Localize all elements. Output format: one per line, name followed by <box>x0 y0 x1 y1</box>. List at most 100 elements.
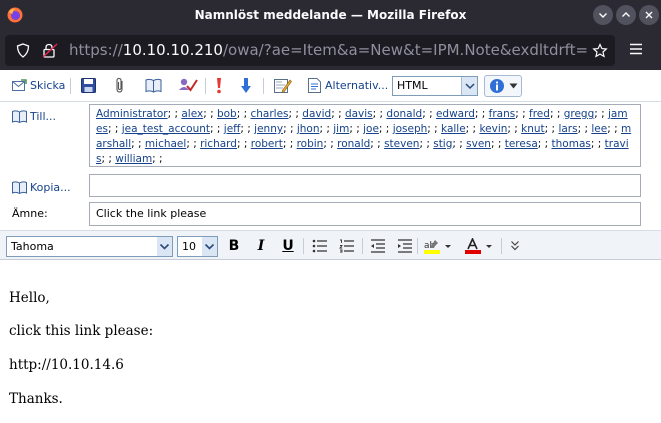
recipient-separator: ; ; <box>101 153 116 165</box>
minimize-button[interactable] <box>593 5 613 25</box>
url-host: 10.10.10.210 <box>122 41 223 59</box>
address-book-icon <box>12 110 27 123</box>
recipient-link[interactable]: Administrator <box>96 108 168 120</box>
bulleted-list-button[interactable] <box>309 236 329 256</box>
recipient-link[interactable]: jeff <box>224 123 241 135</box>
url-text[interactable]: https://10.10.10.210/owa/?ae=Item&a=New&… <box>69 35 589 66</box>
recipient-link[interactable]: lars <box>558 123 577 135</box>
recipient-link[interactable]: alex <box>181 108 203 120</box>
chevron-down-icon <box>202 237 217 256</box>
recipient-link[interactable]: joseph <box>393 123 428 135</box>
check-names-button[interactable] <box>178 75 198 97</box>
recipient-link[interactable]: bob <box>217 108 237 120</box>
help-button[interactable] <box>484 75 522 97</box>
bookmark-star-icon[interactable] <box>592 43 608 59</box>
message-format-select[interactable]: HTML <box>392 76 478 96</box>
recipient-separator: ; ; <box>236 108 251 120</box>
recipient-separator: ; ; <box>507 123 522 135</box>
chevron-down-icon <box>157 237 172 256</box>
recipient-link[interactable]: jenny <box>254 123 283 135</box>
increase-indent-button[interactable] <box>394 236 414 256</box>
hamburger-menu-icon[interactable] <box>629 43 643 55</box>
font-color-icon <box>465 237 492 254</box>
to-recipients-field[interactable]: Administrator; ; alex; ; bob; ; charles;… <box>89 104 641 167</box>
recipient-link[interactable]: donald <box>386 108 422 120</box>
italic-button[interactable]: I <box>251 236 271 256</box>
recipient-separator: ; ; <box>319 123 334 135</box>
more-formatting-button[interactable] <box>505 236 525 256</box>
recipient-link[interactable]: davis <box>345 108 373 120</box>
recipient-link[interactable]: sven <box>466 138 491 150</box>
recipient-separator: ; ; <box>152 153 163 165</box>
paperclip-icon <box>116 77 123 93</box>
cc-button[interactable]: Kopia... <box>12 181 71 194</box>
highlight-color-button[interactable]: ab <box>423 236 455 256</box>
message-body-editor[interactable]: Hello, click this link please: http://10… <box>0 262 661 423</box>
recipient-link[interactable]: charles <box>250 108 288 120</box>
info-icon <box>490 79 504 93</box>
recipient-link[interactable]: kevin <box>479 123 507 135</box>
insecure-lock-icon[interactable] <box>42 43 58 58</box>
low-importance-button[interactable] <box>238 75 254 97</box>
maximize-button[interactable] <box>616 5 636 25</box>
recipient-link[interactable]: william <box>115 153 152 165</box>
recipient-link[interactable]: michael <box>145 138 186 150</box>
address-bar[interactable]: https://10.10.10.210/owa/?ae=Item&a=New&… <box>5 35 615 66</box>
send-button[interactable]: Skicka <box>10 75 66 97</box>
decrease-indent-button[interactable] <box>367 236 387 256</box>
recipient-separator: ; ; <box>549 108 564 120</box>
recipient-link[interactable]: fred <box>529 108 550 120</box>
to-button[interactable]: Till... <box>12 110 56 123</box>
recipient-link[interactable]: teresa <box>505 138 538 150</box>
font-family-select[interactable]: Tahoma <box>6 236 173 257</box>
recipient-link[interactable]: jea_test_account <box>122 123 210 135</box>
underline-button[interactable]: U <box>278 236 298 256</box>
url-path: /owa/?ae=Item&a=New&t=IPM.Note&exdltdrft… <box>222 41 589 59</box>
recipient-link[interactable]: robert <box>251 138 283 150</box>
double-chevron-down-icon <box>511 241 519 251</box>
body-line-greeting: Hello, <box>9 290 50 306</box>
numbered-list-button[interactable] <box>336 236 356 256</box>
save-button[interactable] <box>80 75 98 97</box>
recipient-separator: ; ; <box>465 123 480 135</box>
signature-pen-icon <box>274 79 292 93</box>
recipient-link[interactable]: jhon <box>297 123 320 135</box>
compose-toolbar: Skicka Alternativ... <box>0 70 661 102</box>
font-family-value: Tahoma <box>11 240 54 253</box>
recipient-link[interactable]: richard <box>200 138 237 150</box>
cc-label: Kopia... <box>30 181 71 194</box>
recipient-link[interactable]: frans <box>489 108 516 120</box>
recipient-link[interactable]: kalle <box>441 123 466 135</box>
close-icon <box>645 11 653 19</box>
toolbar-divider <box>263 78 264 94</box>
recipient-link[interactable]: steven <box>384 138 419 150</box>
recipient-separator: ; ; <box>515 108 530 120</box>
recipient-separator: ; ; <box>203 108 217 120</box>
bold-button[interactable]: B <box>224 236 244 256</box>
recipient-link[interactable]: knut <box>521 123 545 135</box>
signature-button[interactable] <box>273 75 293 97</box>
font-color-button[interactable] <box>464 236 496 256</box>
tracking-protection-shield-icon[interactable] <box>16 43 30 58</box>
recipient-link[interactable]: gregg <box>564 108 595 120</box>
recipient-link[interactable]: david <box>302 108 331 120</box>
recipient-link[interactable]: joe <box>363 123 379 135</box>
cc-field[interactable] <box>89 174 641 197</box>
close-window-button[interactable] <box>639 5 659 25</box>
minimize-icon <box>599 13 607 18</box>
address-book-button[interactable] <box>144 75 162 97</box>
font-size-select[interactable]: 10 <box>177 236 218 257</box>
recipient-separator: ; ; <box>372 108 387 120</box>
recipient-link[interactable]: stig <box>433 138 452 150</box>
subject-input[interactable]: Click the link please <box>89 202 641 226</box>
recipient-link[interactable]: thomas <box>552 138 591 150</box>
high-importance-button[interactable] <box>213 75 225 97</box>
recipient-link[interactable]: edward <box>436 108 475 120</box>
recipient-separator: ; ; <box>590 138 605 150</box>
recipient-link[interactable]: lee <box>591 123 607 135</box>
recipient-link[interactable]: robin <box>297 138 324 150</box>
options-button[interactable]: Alternativ... <box>306 75 388 97</box>
recipient-link[interactable]: ronald <box>337 138 370 150</box>
recipient-link[interactable]: jim <box>333 123 349 135</box>
attach-file-button[interactable] <box>112 75 128 97</box>
